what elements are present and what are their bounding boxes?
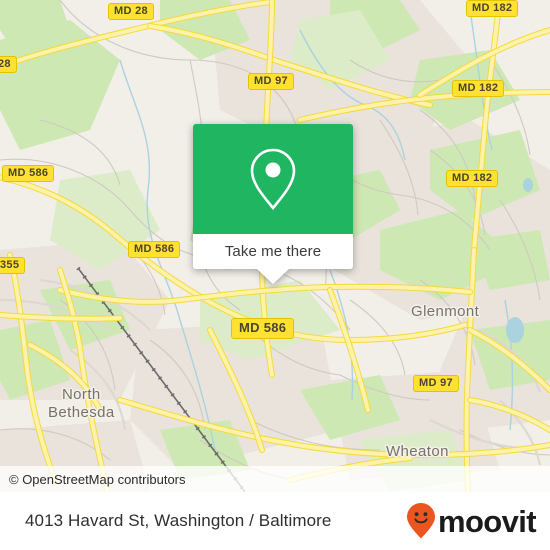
moovit-map-screen: .green{fill:#cde8b2;} .greenlt{fill:#dce…	[0, 0, 550, 550]
address-label: 4013 Havard St, Washington / Baltimore	[25, 511, 332, 530]
highway-shield-md-586-center: MD 586	[231, 318, 295, 339]
highway-shield-28: 28	[0, 56, 17, 73]
highway-shield-md-182-mid: MD 182	[446, 170, 499, 187]
map-pin-icon	[250, 148, 296, 211]
take-me-there-label: Take me there	[224, 243, 322, 260]
highway-shield-md-97-south: MD 97	[413, 375, 459, 392]
highway-shield-355: 355	[0, 257, 26, 274]
location-popup-card[interactable]: Take me there	[193, 124, 353, 284]
highway-shield-md-586-upper: MD 586	[128, 241, 181, 258]
moovit-smiley-pin-icon	[406, 503, 435, 539]
highway-shield-md-28: MD 28	[108, 3, 154, 20]
map-attribution: © OpenStreetMap contributors	[0, 466, 550, 492]
highway-shield-md-97-north: MD 97	[248, 73, 294, 90]
moovit-wordmark: moovit	[437, 503, 537, 539]
highway-shield-md-182-upper: MD 182	[452, 80, 505, 97]
popup-header	[193, 124, 353, 234]
moovit-logo: moovit	[406, 502, 537, 540]
bottom-info-bar: 4013 Havard St, Washington / Baltimore m…	[0, 492, 550, 550]
highway-shield-md-586-left: MD 586	[2, 165, 55, 182]
popup-pointer	[257, 269, 289, 284]
attribution-text: © OpenStreetMap contributors	[9, 471, 186, 487]
popup-action-bar[interactable]: Take me there	[193, 234, 353, 284]
highway-shield-md-182-top: MD 182	[466, 0, 519, 17]
